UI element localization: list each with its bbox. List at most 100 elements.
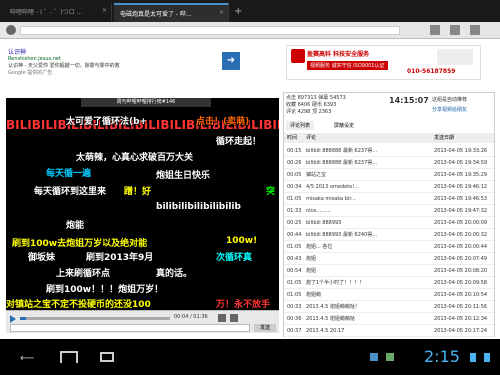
comment-row[interactable]: 01:05 炮姐... 各位 2013-04-05 20:00:44 xyxy=(284,241,494,253)
menu-icon[interactable] xyxy=(470,25,480,35)
comment-text: bilibili 888888 最新 6237得... xyxy=(306,160,378,166)
wifi-icon xyxy=(470,353,476,362)
stats-block: 点击 897313 弹幕 54573 收藏 6406 硬币 6393 评论 42… xyxy=(286,95,346,115)
comment-row[interactable]: 00:26 bilibili 888888 最新 6237得... 2013-04-… xyxy=(284,157,494,169)
danmaku-comment: 炮姐生日快乐 xyxy=(156,171,211,181)
ad-brand: Google 提供的广告 xyxy=(8,70,53,76)
ad-banner-right[interactable]: 盈赛高科 科技安全服务 视频服务 诚实守信 ISO9001认证 010-5618… xyxy=(286,45,481,80)
recents-nav-icon[interactable] xyxy=(100,352,114,362)
comment-date: 2013-04-05 20:17:24 xyxy=(434,328,488,334)
send-button[interactable]: 发送 xyxy=(254,324,276,332)
comment-date: 2013-04-05 20:09:58 xyxy=(434,280,488,286)
new-tab-button[interactable]: + xyxy=(234,6,242,17)
bookmark-icon[interactable] xyxy=(430,25,440,35)
danmaku-comment: 每天循一遍 xyxy=(46,169,92,179)
home-nav-icon[interactable] xyxy=(60,351,78,363)
comment-row[interactable]: 00:34 4/5 2013 omedeto!... 2013-04-05 19:4… xyxy=(284,181,494,193)
comment-time: 00:54 xyxy=(287,268,302,274)
progress-fill xyxy=(20,317,26,320)
comment-text: 2013.4.5 炮姐萌萌哒！ xyxy=(306,304,360,310)
system-nav-bar: ⟵ 2:15 xyxy=(0,339,500,375)
comment-row[interactable]: 00:25 bilibili 888993 2013-04-05 20:00:09 xyxy=(284,217,494,229)
comment-text: bilibili 888993 xyxy=(306,220,342,226)
comment-row[interactable]: 00:44 bilibili 888993 最新 6240得... 2013-04-… xyxy=(284,229,494,241)
comment-row[interactable]: 00:33 2013.4.5 炮姐萌萌哒！ 2013-04-05 20:11:56 xyxy=(284,301,494,313)
danmaku-comment: 循环走起！ xyxy=(216,137,262,147)
comment-time: 00:34 xyxy=(287,184,302,190)
comment-row[interactable]: 01:05 misaka misaka bir... 2013-04-05 19:4… xyxy=(284,193,494,205)
volume-icon[interactable] xyxy=(218,314,226,322)
comment-time: 00:43 xyxy=(287,256,302,262)
address-bar[interactable] xyxy=(0,22,500,39)
danmaku-comment: 御坂妹 xyxy=(28,253,56,263)
comment-date: 2013-04-05 20:10:54 xyxy=(434,292,488,298)
danmaku-input[interactable] xyxy=(10,324,250,332)
play-icon[interactable] xyxy=(10,315,16,323)
browser-tab-active[interactable]: 电磁炮真是太可爱了 - 哔... ✕ xyxy=(114,3,229,22)
comment-text: 炮姐萌 xyxy=(306,292,322,298)
comment-text: bilibili 888888 最新 6237得... xyxy=(306,148,378,154)
ad-badge: 视频服务 诚实守信 ISO9001认证 xyxy=(307,61,388,70)
browser-tab[interactable]: 哔哩哔哩 - ( ゜- ゜)つロ ... ✕ xyxy=(4,3,112,22)
tab-comments[interactable]: 评论列表 xyxy=(286,121,315,130)
progress-bar[interactable] xyxy=(20,317,170,320)
comment-row[interactable]: 00:36 2013.4.5 炮姐萌萌哒 2013-04-05 20:12:34 xyxy=(284,313,494,325)
comment-date: 2013-04-05 19:46:53 xyxy=(434,196,488,202)
comment-time: 01:05 xyxy=(287,244,302,250)
ad-title: 盈赛高科 科技安全服务 xyxy=(307,51,370,58)
comment-row[interactable]: 00:15 bilibili 888888 最新 6237得... 2013-04-… xyxy=(284,145,494,157)
notification-icon[interactable] xyxy=(386,353,394,361)
danmaku-comment: 对镇站之宝不定不投硬币的还没100 xyxy=(6,300,151,310)
danmaku-comment: 刷到100w去炮姐万岁以及绝对能 xyxy=(12,239,148,249)
danmaku-comment: 次循环真 xyxy=(216,253,253,263)
ad-phone: 010-56187859 xyxy=(407,68,456,75)
comment-text: 2013.4.5 炮姐萌萌哒 xyxy=(306,316,355,322)
comment-time: 00:33 xyxy=(287,304,302,310)
tab-close-icon[interactable]: ✕ xyxy=(102,7,107,14)
comment-time: 01:05 xyxy=(287,280,302,286)
comment-time: 00:25 xyxy=(287,220,302,226)
danmaku-comment: 万！永不放手 xyxy=(216,300,271,310)
camera-image xyxy=(437,49,473,65)
google-ad-left[interactable]: 认识神 Renshishen.jesus.net 认识神 - 天父爱你 爱你超越… xyxy=(8,47,218,79)
back-icon[interactable] xyxy=(6,25,16,35)
comment-date: 2013-04-05 20:07:49 xyxy=(434,256,488,262)
comment-row[interactable]: 01:05 炮姐萌 2013-04-05 20:10:54 xyxy=(284,289,494,301)
comment-text: nice......... xyxy=(306,208,331,214)
ad-title[interactable]: 认识神 xyxy=(8,47,218,56)
danmaku-comment: 炮能 xyxy=(66,221,85,231)
share-button[interactable]: 分享视频给朋友 xyxy=(432,106,467,113)
comment-date: 2013-04-05 20:00:32 xyxy=(434,232,488,238)
danmaku-comment: 100w! xyxy=(226,236,258,246)
comment-row[interactable]: 00:54 炮姐 2013-04-05 20:08:20 xyxy=(284,265,494,277)
comment-row[interactable]: 00:37 2013.4.5 20:17 2013-04-05 20:17:24 xyxy=(284,325,494,337)
video-player[interactable]: 周刊哔哩哔哩排行榜#146 BILIBILIBILIBILIBILIBILIBI… xyxy=(6,98,279,333)
video-clock: 14:15:07 xyxy=(389,96,429,105)
comment-time: 00:44 xyxy=(287,232,302,238)
tab-close-icon[interactable]: ✕ xyxy=(219,9,224,16)
tab-block-settings[interactable]: 屏蔽设定 xyxy=(330,121,358,130)
search-icon[interactable] xyxy=(450,25,460,35)
comment-list[interactable]: 00:15 bilibili 888888 最新 6237得... 2013-04-… xyxy=(284,145,494,337)
brand-logo-icon xyxy=(291,49,305,63)
comment-date: 2013-04-05 20:12:34 xyxy=(434,316,488,322)
danmaku-comment: 太可爱了循环法(b+ xyxy=(66,117,148,127)
comment-text: 炮了1个半小时了！！！！ xyxy=(306,280,365,286)
comment-text: 炮姐 xyxy=(306,256,317,262)
comment-row[interactable]: 01:05 炮了1个半小时了！！！！ 2013-04-05 20:09:58 xyxy=(284,277,494,289)
notification-icon[interactable] xyxy=(370,353,378,361)
fullscreen-icon[interactable] xyxy=(230,314,238,322)
comment-row[interactable]: 01:33 nice......... 2013-04-05 19:47:32 xyxy=(284,205,494,217)
comment-time: 00:05 xyxy=(287,172,302,178)
comment-row[interactable]: 00:43 炮姐 2013-04-05 20:07:49 xyxy=(284,253,494,265)
comment-row[interactable]: 00:05 镇站之宝 2013-04-05 19:35:29 xyxy=(284,169,494,181)
arrow-right-icon[interactable]: ➜ xyxy=(222,52,240,70)
url-field[interactable] xyxy=(20,26,400,35)
comment-time: 00:15 xyxy=(287,148,302,154)
tab-label: 电磁炮真是太可爱了 - 哔... xyxy=(120,11,192,18)
danmaku-comment: 刷到2013年9月 xyxy=(86,253,154,263)
back-nav-icon[interactable]: ⟵ xyxy=(20,353,34,364)
danmaku-comment: 每天循环到这里来 xyxy=(34,187,107,197)
time-display: 00:04 / 01:36 xyxy=(174,314,208,320)
comment-time: 01:05 xyxy=(287,292,302,298)
